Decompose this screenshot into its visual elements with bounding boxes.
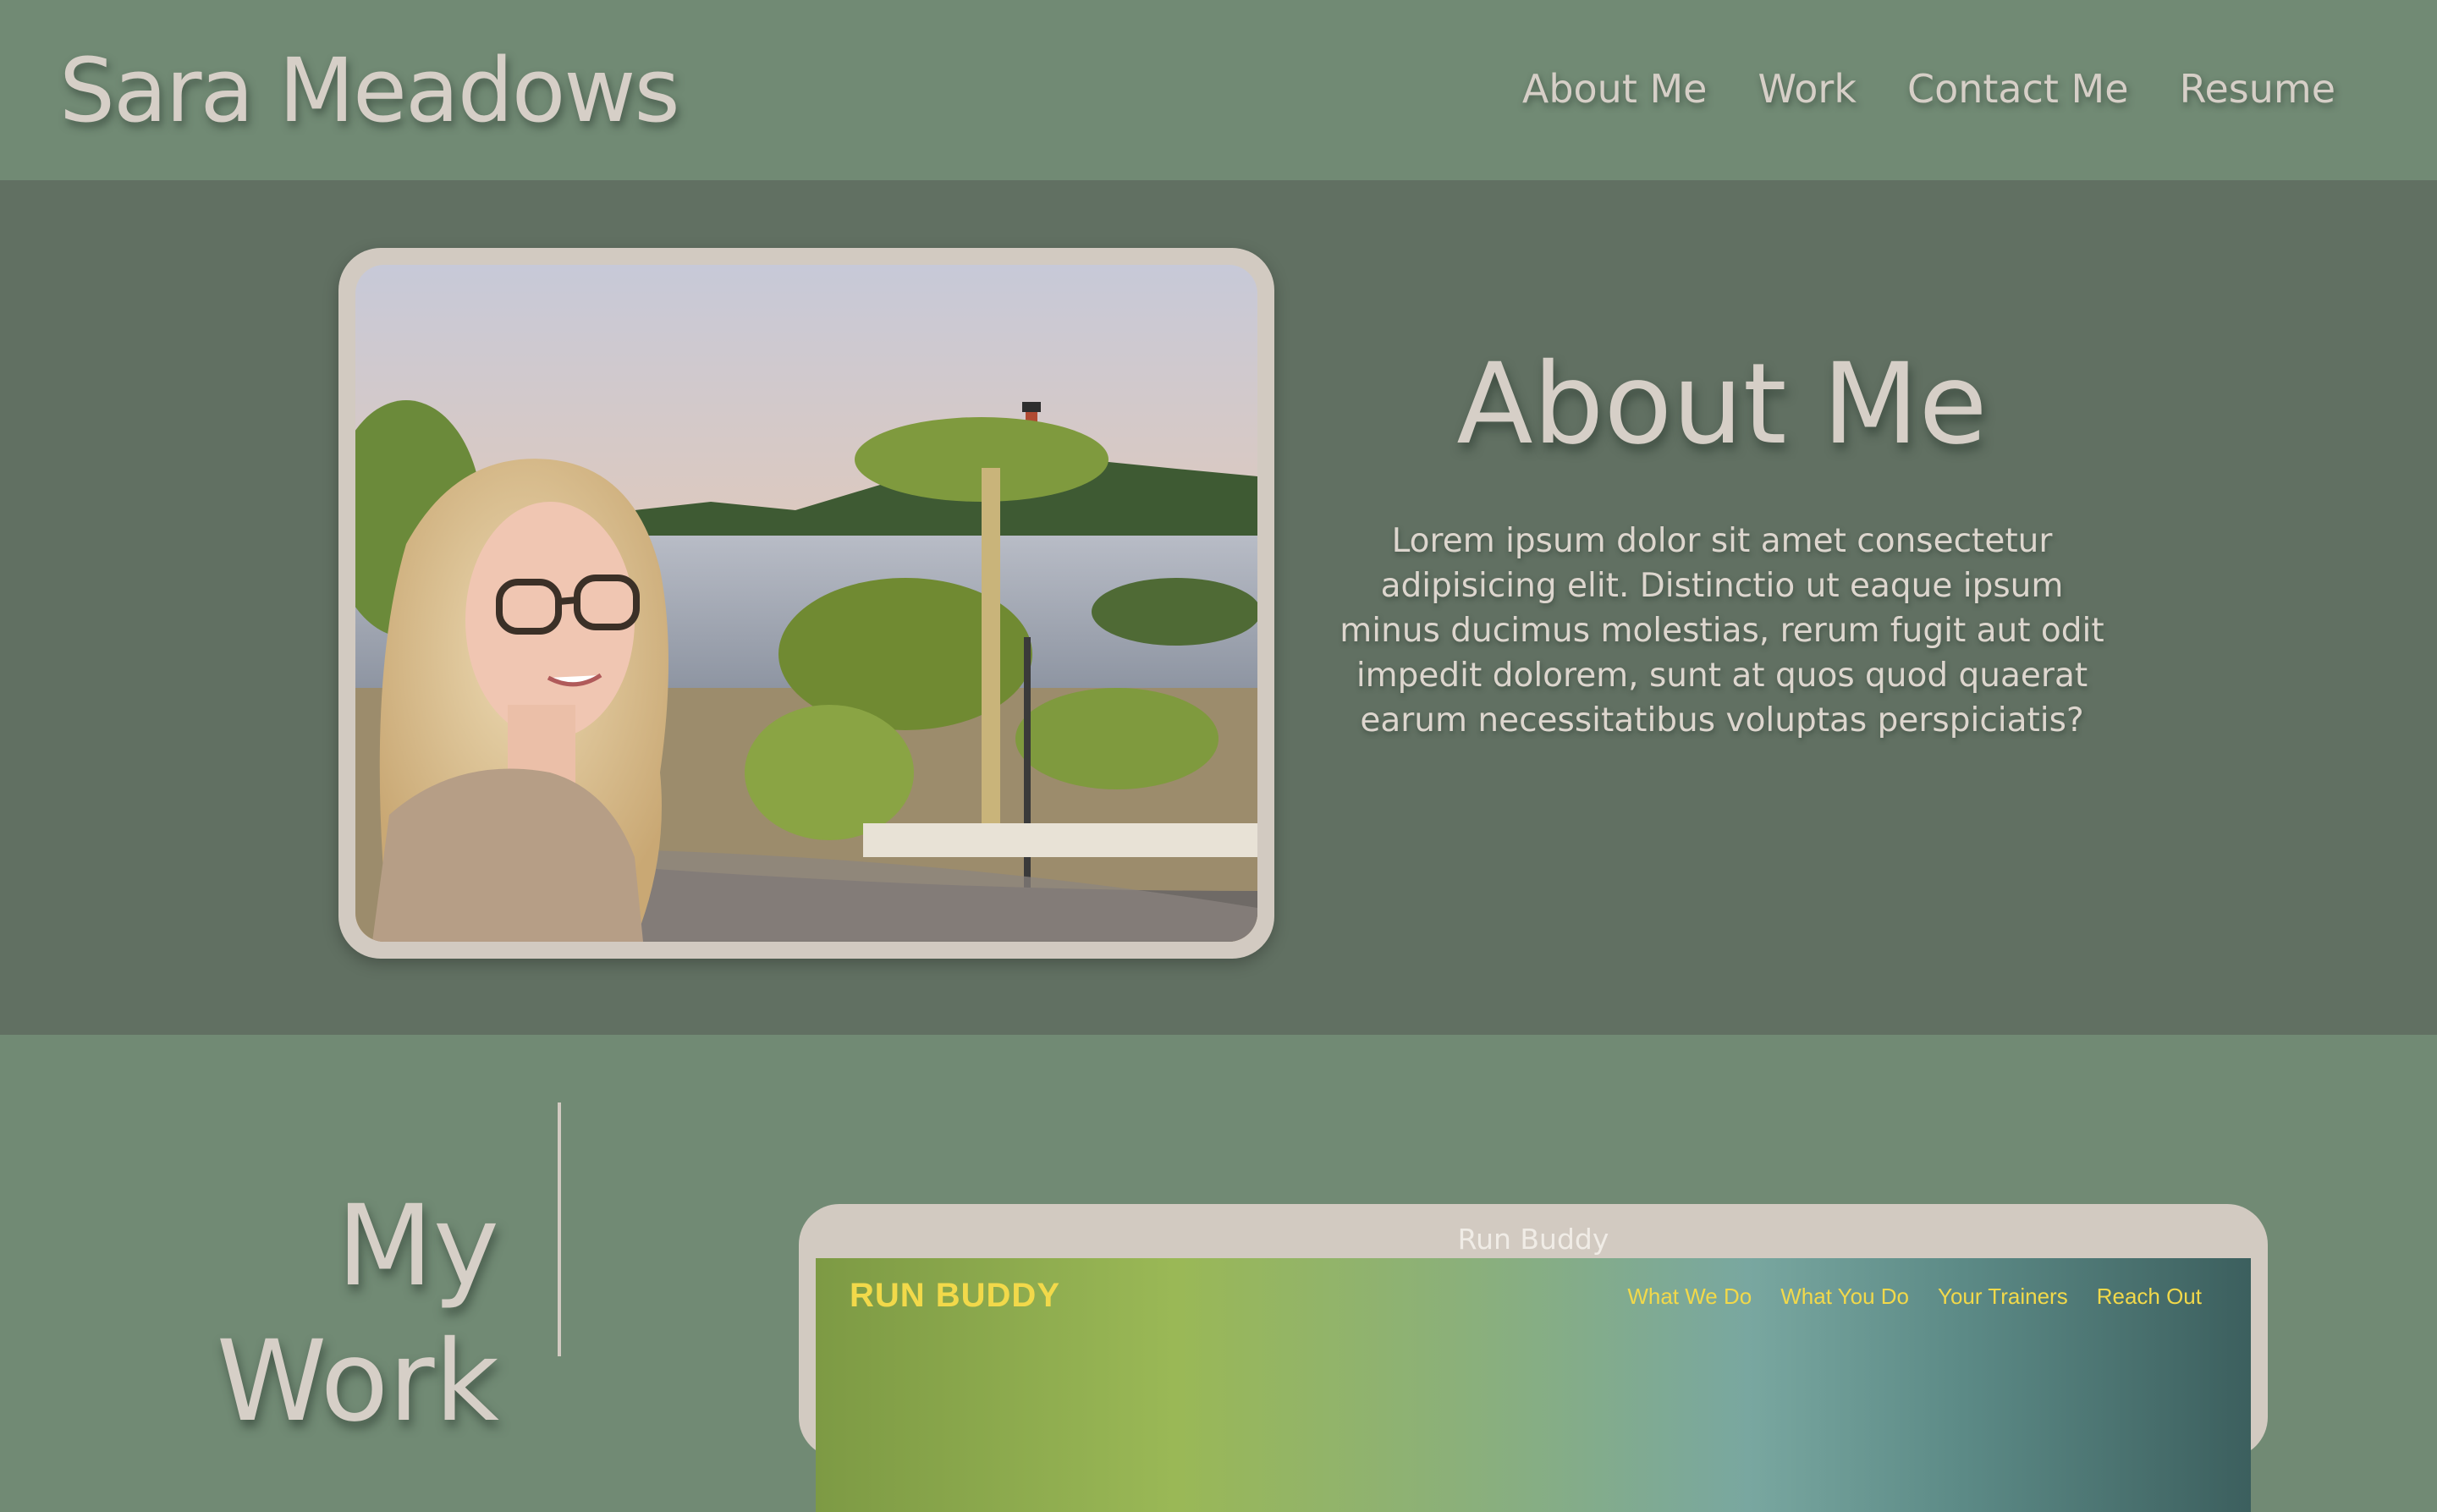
run-buddy-logo: RUN BUDDY [850, 1277, 1060, 1314]
about-heading: About Me [1456, 339, 1988, 470]
nav-link-about-me[interactable]: About Me [1522, 59, 1708, 118]
run-buddy-nav-item: Your Trainers [1938, 1284, 2068, 1309]
profile-photo [355, 265, 1257, 942]
site-title[interactable]: Sara Meadows [59, 36, 680, 146]
work-divider [558, 1102, 561, 1356]
run-buddy-nav-item: What We Do [1627, 1284, 1752, 1309]
work-heading: My Work [216, 1181, 499, 1447]
project-preview-image[interactable]: RUN BUDDY What We Do What You Do Your Tr… [816, 1258, 2251, 1512]
main-nav: About Me Work Contact Me Resume [1522, 59, 2335, 118]
nav-link-contact-me[interactable]: Contact Me [1907, 59, 2129, 118]
nav-link-work[interactable]: Work [1758, 59, 1856, 118]
run-buddy-nav-item: What You Do [1780, 1284, 1910, 1309]
nav-link-resume[interactable]: Resume [2180, 59, 2335, 118]
portrait-photo-illustration [355, 265, 1257, 942]
project-title[interactable]: Run Buddy [816, 1221, 2251, 1258]
about-section: About Me Lorem ipsum dolor sit amet cons… [0, 180, 2437, 1035]
run-buddy-nav: What We Do What You Do Your Trainers Rea… [1627, 1284, 2202, 1310]
site-header: Sara Meadows About Me Work Contact Me Re… [0, 0, 2437, 180]
profile-photo-frame [338, 248, 1274, 959]
project-card-run-buddy[interactable]: Run Buddy RUN BUDDY What We Do What You … [799, 1204, 2268, 1512]
run-buddy-nav-item: Reach Out [2096, 1284, 2202, 1309]
work-section: My Work Run Buddy RUN BUDDY What We Do W… [0, 1035, 2437, 1512]
about-description: Lorem ipsum dolor sit amet consectetur a… [1340, 522, 2104, 740]
